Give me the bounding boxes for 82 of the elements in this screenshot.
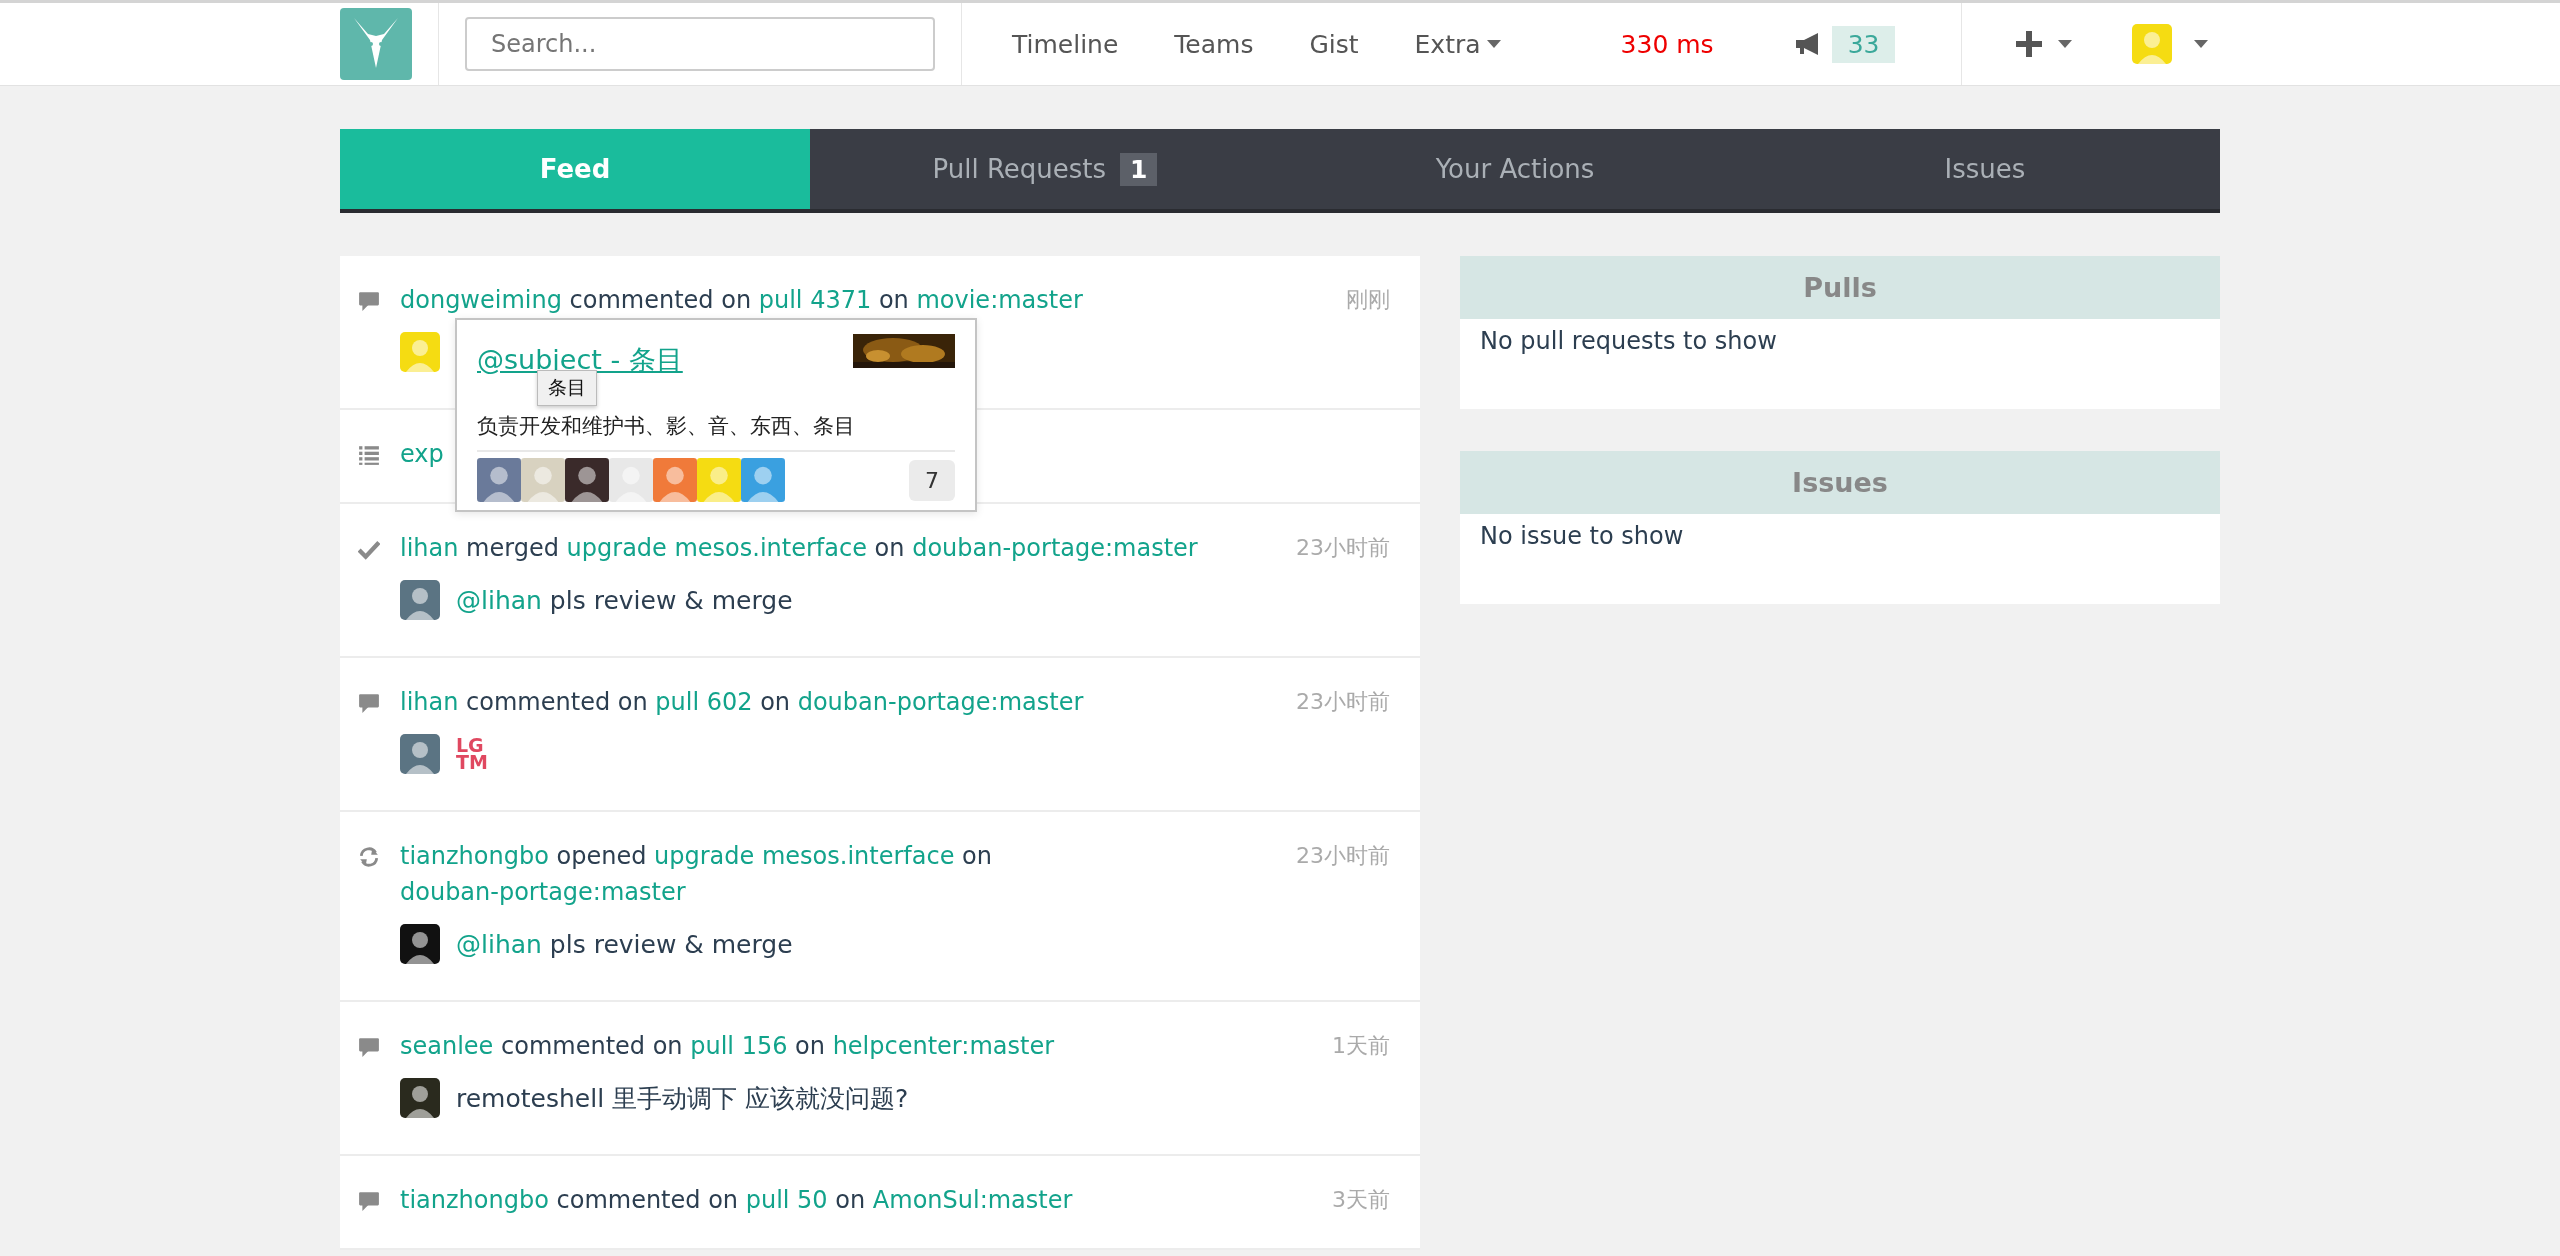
nav-link[interactable]: Extra [1414,29,1501,59]
feed-text: on [878,286,909,314]
tab[interactable]: Pull Requests 1 [810,129,1280,209]
timestamp: 刚刚 [1346,286,1390,314]
empty-message: No pull requests to show [1479,326,1778,357]
member-count[interactable]: 7 [909,459,955,501]
card-description: 负责开发和维护书、影、音、东西、条目 [477,412,955,452]
panel-header: Issues [1460,451,2220,514]
feed-link[interactable]: helpcenter:master [832,1032,1054,1060]
check-icon [358,538,380,560]
tab[interactable]: Issues [1750,129,2220,209]
feed-text: commented on [501,1032,683,1060]
timestamp: 1天前 [1332,1032,1390,1060]
timestamp: 23小时前 [1296,688,1390,716]
feed-text: commented on [569,286,752,314]
feed-link[interactable]: AmonSul:master [872,1186,1073,1214]
tab[interactable]: Feed [340,129,810,209]
feed-text: on [835,1186,866,1214]
feed-link[interactable]: seanlee [400,1032,494,1060]
empty-message: No issue to show [1479,521,1685,552]
latency-text: 330 ms [1620,29,1714,59]
user-avatar [2132,24,2173,64]
caret-icon [2058,40,2073,48]
feed-link[interactable]: lihan [400,688,459,716]
member-avatar[interactable] [565,458,609,502]
notification-count[interactable]: 33 [1831,25,1896,63]
comment-icon [358,1036,380,1058]
sync-icon [358,846,380,868]
tab[interactable]: Your Actions [1280,129,1750,209]
avatar [400,1078,440,1118]
avatar [400,580,440,620]
timestamp: 23小时前 [1296,534,1390,562]
feed-link[interactable]: douban-portage:master [797,688,1084,716]
caret-icon [2194,40,2209,48]
count-badge: 1 [1120,152,1158,186]
timestamp: 23小时前 [1296,842,1390,870]
feed-link[interactable]: upgrade mesos.interface [654,842,955,870]
tooltip: 条目 [537,370,597,406]
feed-link[interactable]: lihan [400,534,459,562]
feed-text: on [760,688,791,716]
avatar [400,924,440,964]
comment-icon [358,290,380,312]
feed-text: merged [466,534,559,562]
feed-text: commented on [556,1186,739,1214]
feed-text: pls review & merge [549,585,793,615]
search-field[interactable]: Search... [465,17,935,71]
nav-link[interactable]: Timeline [1012,29,1119,59]
feed-link[interactable]: pull 4371 [758,286,872,314]
lgtm-label: LG TM [456,737,488,771]
panel-header: Pulls [1460,256,2220,319]
feed-link[interactable]: upgrade mesos.interface [566,534,867,562]
feed-link[interactable]: pull 602 [655,688,753,716]
avatar [400,332,440,372]
caret-icon [1486,40,1501,48]
feed-text: remoteshell 里手动调下 应该就没问题? [456,1083,909,1113]
feed-link[interactable]: pull 156 [690,1032,788,1060]
nav-link[interactable]: Gist [1309,29,1359,59]
feed-link[interactable]: douban-portage:master [400,878,686,906]
feed-link[interactable]: tianzhongbo [400,842,549,870]
feed-link[interactable]: exp [400,440,444,468]
list-icon [358,444,380,466]
comment-icon [358,1190,380,1212]
feed-text: on [874,534,905,562]
feed-text: on [962,842,992,870]
feed-link[interactable]: tianzhongbo [400,1186,549,1214]
feed-link[interactable]: douban-portage:master [912,534,1198,562]
nav-link[interactable]: Teams [1174,29,1254,59]
feed-link[interactable]: dongweiming [400,286,562,314]
feed-text: commented on [466,688,648,716]
feed-link[interactable]: pull 50 [745,1186,828,1214]
timestamp: 3天前 [1332,1186,1390,1214]
feed-text: on [795,1032,825,1060]
member-avatar[interactable] [477,458,521,502]
feed-link[interactable]: @lihan [456,585,542,615]
avatar [400,734,440,774]
feed-link[interactable]: movie:master [916,286,1083,314]
plus-icon[interactable] [2016,31,2043,57]
feed-link[interactable]: @lihan [456,929,542,959]
comment-icon [358,692,380,714]
logo-icon[interactable] [340,8,412,80]
feed-text: opened [556,842,647,870]
feed-text: pls review & merge [549,929,793,959]
